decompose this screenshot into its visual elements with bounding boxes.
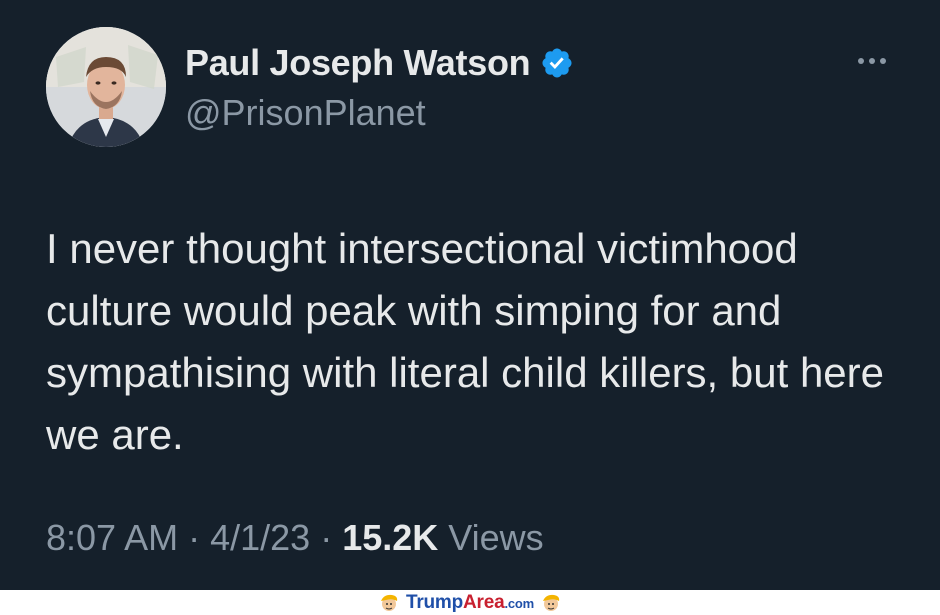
tweet-date[interactable]: 4/1/23 [210,517,310,558]
tweet-card: Paul Joseph Watson @PrisonPlanet I never… [0,0,940,590]
tweet-time[interactable]: 8:07 AM [46,517,178,558]
avatar[interactable] [46,27,166,147]
dot-icon [858,58,864,64]
brand-suffix: .com [504,595,535,611]
trump-mascot-icon [543,594,560,611]
author-handle[interactable]: @PrisonPlanet [185,92,426,134]
views-label: Views [438,517,544,558]
trump-mascot-icon [380,594,398,611]
verified-badge-icon [542,48,572,78]
brand-part-2: Area [463,591,505,613]
tweet-text: I never thought intersectional victimhoo… [46,225,885,458]
watermark-brand: TrumpArea.com [406,592,534,614]
meta-separator: · [178,517,211,558]
dot-icon [869,58,875,64]
avatar-photo-icon [46,27,166,147]
display-name[interactable]: Paul Joseph Watson [185,42,531,84]
tweet-meta: 8:07 AM · 4/1/23 · 15.2K Views [46,517,544,559]
author-name-row: Paul Joseph Watson [185,42,574,84]
brand-part-1: Trump [405,591,464,613]
dot-icon [880,58,886,64]
views-count[interactable]: 15.2K [342,517,438,558]
more-options-icon[interactable] [858,58,886,64]
meta-separator: · [310,517,343,558]
watermark-footer: TrumpArea.com [0,590,940,615]
